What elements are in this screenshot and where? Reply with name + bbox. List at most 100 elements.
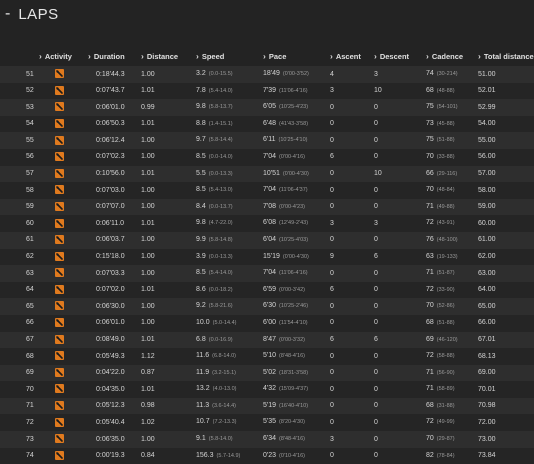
pace-value: 6'05 [263,103,277,111]
lap-number: 64 [26,286,34,294]
cadence-value: 71 [426,269,434,277]
column-header-ascent[interactable]: › Ascent [330,45,374,66]
ascent-cell: 0 [330,136,334,144]
table-row[interactable]: 51 0:18'44.3 1.00 3.2 (0.0-15.5) 18'49 (0'00-3… [0,66,534,83]
cadence-range: (49-88) [436,203,455,210]
duration-cell: 0:06'01.0 [96,103,125,111]
duration-cell: 0:06'50.3 [96,120,125,128]
running-activity-icon[interactable] [55,401,64,411]
running-activity-icon[interactable] [55,201,64,211]
running-activity-icon[interactable] [55,434,64,444]
pace-range: (10'25-2'46) [279,303,309,310]
speed-cell: 10.0 (5.0-14.4) [196,315,263,332]
speed-value: 10.0 [196,318,210,326]
running-activity-icon[interactable] [55,367,64,377]
column-header-cadence[interactable]: › Cadence [426,45,478,66]
cadence-value: 75 [426,136,434,144]
running-activity-icon[interactable] [55,284,64,294]
table-row[interactable]: 60 0:06'11.0 1.01 9.8 (4.7-22.0) 6'08 (12'49-2… [0,215,534,232]
running-activity-icon[interactable] [55,185,64,195]
column-header-duration[interactable]: › Duration [88,45,141,66]
running-activity-icon[interactable] [55,85,64,95]
running-activity-icon[interactable] [55,135,64,145]
activity-cell [39,199,88,216]
running-activity-icon[interactable] [55,417,64,427]
table-row[interactable]: 68 0:05'49.3 1.12 11.6 (6.8-14.0) 5'10 (8'48-4… [0,348,534,365]
ascent-cell: 0 [330,269,334,277]
running-activity-icon[interactable] [55,450,64,460]
descent-cell: 0 [374,302,378,310]
running-activity-icon[interactable] [55,218,64,228]
table-row[interactable]: 67 0:08'49.0 1.01 6.8 (0.0-16.9) 8'47 (0'00-3'… [0,331,534,349]
ascent-cell: 0 [330,402,334,410]
running-activity-icon[interactable] [55,69,64,79]
speed-value: 8.5 [196,152,206,160]
table-row[interactable]: 53 0:06'01.0 0.99 9.8 (5.8-13.7) 6'05 (10'25-4… [0,99,534,116]
column-header-total-distance[interactable]: › Total distance [478,45,534,66]
table-row[interactable]: 58 0:07'03.0 1.00 8.5 (5.4-13.0) 7'04 (11'06-4… [0,182,534,199]
speed-range: (3.6-14.4) [212,402,236,409]
table-row[interactable]: 63 0:07'03.3 1.00 8.5 (5.4-14.0) 7'04 (11'06-4… [0,265,534,282]
table-row[interactable]: 54 0:06'50.3 1.01 8.8 (1.4-15.1) 6'48 (41'43-3… [0,115,534,133]
activity-cell [39,315,88,332]
running-activity-icon[interactable] [55,318,64,328]
activity-cell [39,414,88,431]
running-activity-icon[interactable] [55,235,64,245]
running-activity-icon[interactable] [55,301,64,311]
speed-range: (0.0-18.2) [208,286,233,293]
running-activity-icon[interactable] [55,334,64,344]
collapse-toggle[interactable]: - [5,5,10,23]
cadence-range: (54-101) [436,104,458,111]
ascent-cell: 6 [330,336,334,343]
running-activity-icon[interactable] [55,251,64,261]
table-row[interactable]: 65 0:06'30.0 1.00 9.2 (5.8-21.6) 6'30 (10'25-2… [0,298,534,315]
table-row[interactable]: 71 0:05'12.3 0.98 11.3 (3.6-14.4) 5'19 (16'40-… [0,397,534,415]
table-row[interactable]: 56 0:07'02.3 1.00 8.5 (0.0-14.0) 7'04 (0'00-4'… [0,148,534,166]
pace-range: (0'00-4'30) [282,253,309,260]
running-activity-icon[interactable] [55,102,64,112]
speed-range: (5.0-14.4) [212,319,237,326]
table-row[interactable]: 61 0:06'03.7 1.00 9.9 (5.8-14.8) 6'04 (10'25-4… [0,231,534,249]
table-row[interactable]: 66 0:06'01.0 1.00 10.0 (5.0-14.4) 6'00 (11'54-… [0,314,534,332]
table-row[interactable]: 55 0:06'12.4 1.00 9.7 (5.8-14.4) 6'11 (10'25-4… [0,132,534,149]
running-activity-icon[interactable] [55,168,64,178]
table-row[interactable]: 52 0:07'43.7 1.01 7.8 (5.4-14.0) 7'39 (11'06-4… [0,82,534,100]
running-activity-icon[interactable] [55,152,64,162]
column-header-activity[interactable]: › Activity [39,45,88,66]
lap-number: 63 [26,269,34,277]
activity-cell [39,83,88,100]
duration-cell: 0:06'35.0 [96,435,125,443]
table-row[interactable]: 59 0:07'07.0 1.00 8.4 (0.0-13.7) 7'08 (0'00-4'… [0,198,534,216]
speed-cell: 9.7 (5.8-14.4) [196,132,263,149]
speed-cell: 8.4 (0.0-13.7) [196,199,263,216]
lap-number: 70 [26,385,34,393]
speed-range: (5.8-14.8) [208,236,233,243]
cadence-cell: 70 (52-86) [426,298,478,315]
column-header-distance[interactable]: › Distance [141,45,196,66]
speed-cell: 8.5 (0.0-14.0) [196,149,263,166]
table-row[interactable]: 69 0:04'22.0 0.87 11.9 (3.2-15.1) 5'02 (18'31-… [0,364,534,382]
activity-cell [39,365,88,382]
descent-cell: 0 [374,203,378,211]
running-activity-icon[interactable] [55,384,64,394]
table-row[interactable]: 57 0:10'56.0 1.01 5.5 (0.0-13.3) 10'51 (0'00-4… [0,165,534,183]
pace-cell: 6'59 (0'00-3'42) [263,282,330,299]
activity-cell [39,381,88,398]
column-header-speed[interactable]: › Speed [196,45,263,66]
table-row[interactable]: 64 0:07'02.0 1.01 8.6 (0.0-18.2) 6'59 (0'00-3'… [0,281,534,299]
table-row[interactable]: 73 0:06'35.0 1.00 9.1 (5.8-14.0) 6'34 (8'48-4'… [0,431,534,448]
column-header-descent[interactable]: › Descent [374,45,426,66]
descent-cell: 0 [374,352,378,360]
table-row[interactable]: 70 0:04'35.0 1.01 13.2 (4.0-13.0) 4'32 (15'09-… [0,381,534,398]
column-header-pace[interactable]: › Pace [263,45,330,66]
table-row[interactable]: 62 0:15'18.0 1.00 3.9 (0.0-13.3) 15'19 (0'00-4… [0,248,534,266]
descent-cell: 0 [374,186,378,194]
table-row[interactable]: 72 0:05'40.4 1.02 10.7 (7.2-13.3) 5'35 (8'20-4… [0,414,534,432]
running-activity-icon[interactable] [55,118,64,128]
section-header[interactable]: - LAPS [5,3,59,25]
running-activity-icon[interactable] [55,351,64,361]
cadence-cell: 72 (43-91) [426,215,478,232]
running-activity-icon[interactable] [55,268,64,278]
lap-number: 66 [26,319,34,327]
total-distance-cell: 64.00 [478,286,496,294]
